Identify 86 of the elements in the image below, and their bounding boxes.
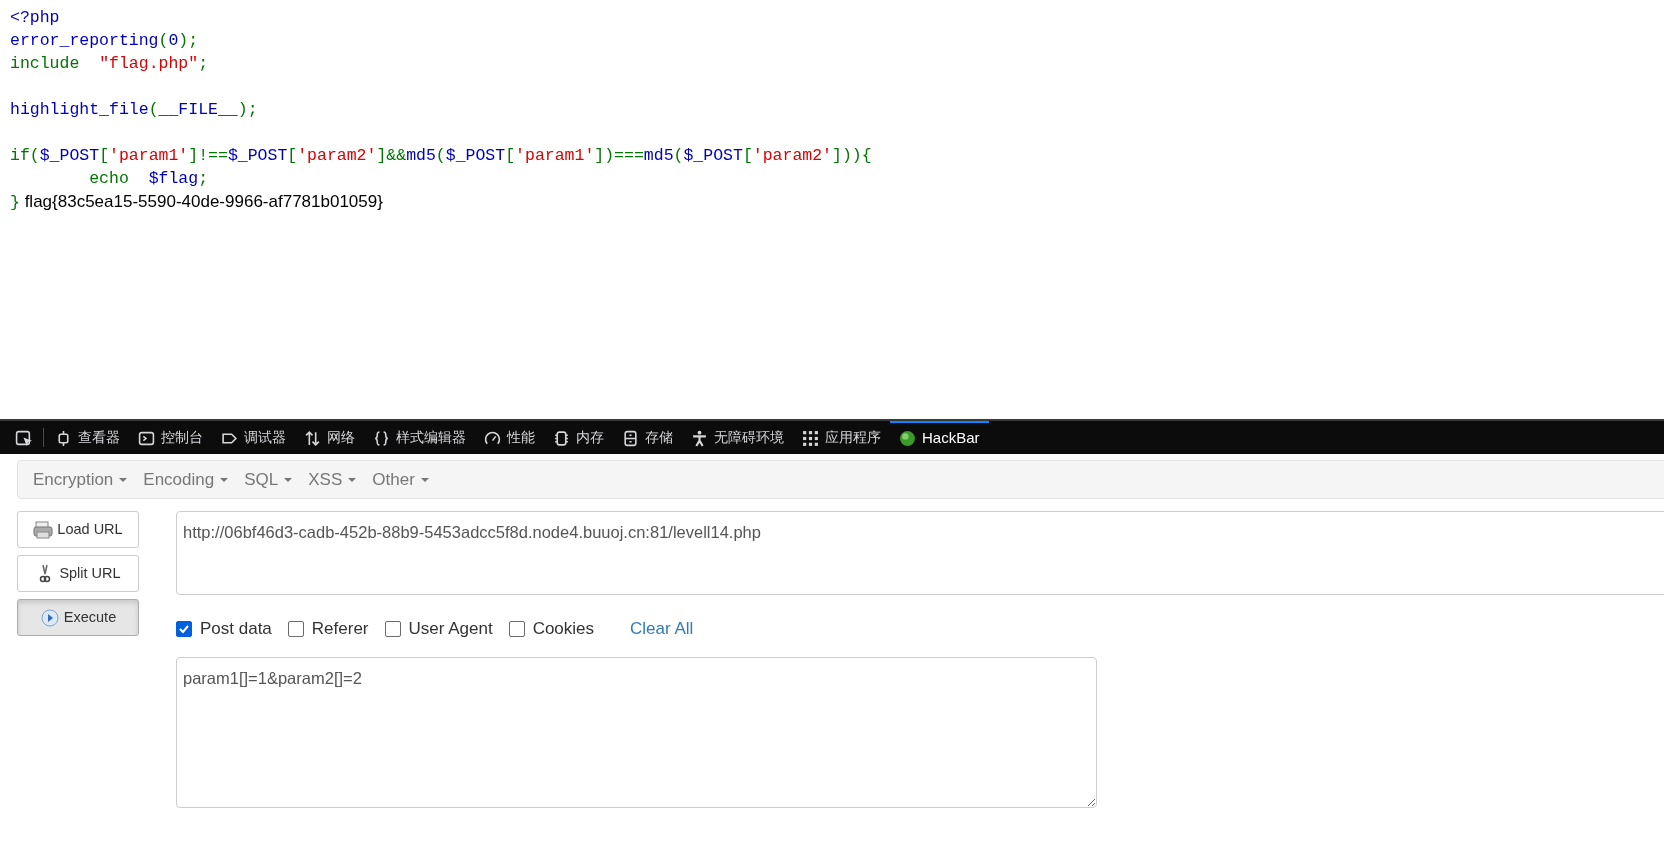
code-text: 'param2' [297,146,377,165]
tag-icon [221,430,238,447]
code-text: md5 [406,146,436,165]
code-text: 'param1' [109,146,189,165]
inspector-icon [55,430,72,447]
code-text: ])){ [832,146,872,165]
dropdown-menu-button[interactable]: Encoding [135,466,237,493]
checkbox-label: Post data [200,618,272,640]
code-text: <?php [10,8,60,27]
code-text: $_POST [445,146,506,165]
code-text: ( [435,146,446,165]
storage-icon [622,430,639,447]
post-data-field[interactable]: param1[]=1&param2[]=2 [176,656,1097,808]
dropdown-menu-button[interactable]: Encryption [25,466,136,493]
person-icon [691,430,708,447]
devtools-tab[interactable]: 性能 [475,421,544,454]
checkbox-label: Referer [311,618,369,640]
code-text: ; [198,54,209,73]
braces-icon [373,430,390,447]
checkbox-label: Cookies [532,618,595,640]
dropdown-menu-button[interactable]: XSS [300,466,365,493]
devtools-tab[interactable]: 控制台 [129,421,212,454]
caret-icon [420,477,429,482]
checkbox[interactable] [287,620,304,637]
devtools-tab[interactable]: 无障碍环境 [682,421,793,454]
code-text: echo [88,169,130,188]
hackbar-button[interactable]: Split URL [17,555,139,592]
code-text: [ [742,146,753,165]
checkbox[interactable] [384,620,401,637]
hackbar-logo-icon [899,430,916,447]
code-text: 'param1' [515,146,595,165]
caret-icon [284,477,293,482]
checkbox[interactable] [508,620,525,637]
chip-icon [553,430,570,447]
up-down-arrows-icon [304,430,321,447]
code-text: [ [287,146,298,165]
hackbar-button[interactable]: Load URL [17,511,139,548]
code-text: ); [178,31,199,50]
code-text: 0 [168,31,179,50]
pick-icon [15,430,32,447]
devtools-tab[interactable]: 网络 [295,421,364,454]
code-text: ( [673,146,684,165]
code-text: if( [10,146,40,165]
url-field[interactable]: http://06bf46d3-cadb-452b-88b9-5453adcc5f8d.node4.buuoj.cn:81/levell14.php [176,511,1664,595]
code-text: error_reporting [10,31,159,50]
devtools-tab[interactable]: 应用程序 [793,421,890,454]
code-text: $_POST [227,146,288,165]
clear-all-link[interactable]: Clear All [630,616,694,642]
code-text: } [10,193,20,212]
devtools-tab[interactable]: 存储 [613,421,682,454]
code-text: [ [505,146,516,165]
code-text: ])=== [594,146,644,165]
dropdown-menu-button[interactable]: SQL [236,466,301,493]
code-text: ( [148,100,159,119]
devtools-tab[interactable]: 调试器 [212,421,295,454]
checkbox[interactable] [176,620,192,637]
code-text: $flag [148,169,199,188]
devtools-tab[interactable]: 查看器 [46,421,129,454]
code-text: $_POST [683,146,743,165]
devtools-tab[interactable]: 样式编辑器 [364,421,475,454]
code-text: __FILE__ [158,100,238,119]
hackbar-button[interactable]: Execute [17,599,139,636]
code-text: ]&& [376,146,407,165]
code-text: "flag.php" [99,54,199,73]
caret-icon [348,477,357,482]
code-text: ); [237,100,258,119]
code-text: md5 [643,146,674,165]
caret-icon [220,477,229,482]
code-text: [ [99,146,110,165]
dropdown-menu-button[interactable]: Other [364,466,437,493]
code-text: $_POST [39,146,100,165]
code-text: ; [198,169,209,188]
code-text: highlight_file [10,100,149,119]
gauge-icon [484,430,501,447]
code-text: ( [158,31,169,50]
grid-icon [802,430,819,447]
flag-output-text: flag{83c5ea15-5590-40de-9966-af7781b01059} [23,192,383,211]
code-text: 'param2' [752,146,832,165]
code-text: ]!== [188,146,228,165]
checkbox-label: User Agent [408,618,493,640]
code-text: include [10,54,81,73]
console-icon [138,430,155,447]
caret-icon [119,477,128,482]
printer-icon [33,519,54,540]
play-icon [39,607,60,628]
devtools-tab[interactable]: 内存 [544,421,613,454]
